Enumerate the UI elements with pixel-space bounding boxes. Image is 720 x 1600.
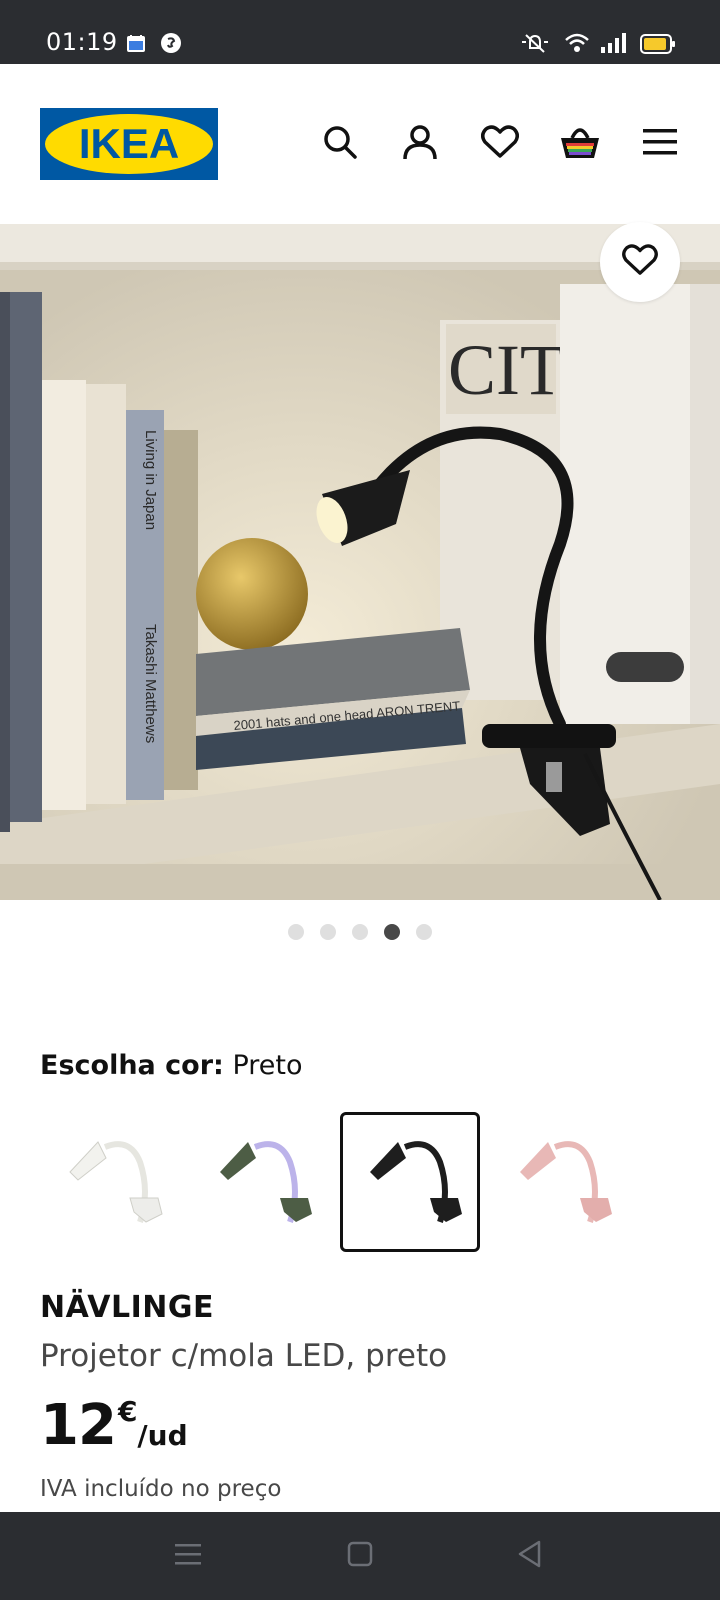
status-bar: 01:19 [0, 0, 720, 64]
svg-text:CIT: CIT [448, 330, 564, 410]
color-swatch-white[interactable] [40, 1112, 180, 1252]
gallery-pagination [0, 924, 720, 940]
svg-text:Takashi Matthews: Takashi Matthews [142, 624, 159, 743]
pagination-dot-active[interactable] [384, 924, 400, 940]
pagination-dot[interactable] [320, 924, 336, 940]
silent-bell-icon [520, 32, 550, 58]
system-nav-bar [0, 1512, 720, 1600]
recent-apps-icon [175, 1542, 201, 1570]
price-currency: € [117, 1395, 138, 1428]
search-icon [322, 124, 358, 164]
vat-note: IVA incluído no preço [40, 1476, 282, 1502]
shazam-icon [160, 32, 182, 58]
account-button[interactable] [398, 122, 442, 166]
wishlist-button[interactable] [478, 122, 522, 166]
heart-icon [481, 125, 519, 163]
calendar-notification-icon [126, 34, 146, 58]
pagination-dot[interactable] [288, 924, 304, 940]
logo-text: IKEA [79, 120, 179, 167]
price-unit: /ud [137, 1419, 188, 1452]
lamp-thumbnail [69, 1141, 163, 1223]
battery-icon [640, 34, 676, 58]
product-name: NÄVLINGE [40, 1290, 215, 1325]
home-button[interactable] [340, 1538, 380, 1574]
svg-text:Living in Japan: Living in Japan [142, 430, 159, 530]
signal-icon [600, 32, 628, 58]
back-button[interactable] [510, 1538, 550, 1574]
basket-icon [559, 124, 601, 164]
site-header: IKEA [0, 64, 720, 224]
ikea-logo[interactable]: IKEA [40, 108, 218, 180]
wifi-icon [564, 32, 590, 58]
color-swatch-green-lilac[interactable] [190, 1112, 330, 1252]
basket-button[interactable] [558, 122, 602, 166]
color-swatch-black[interactable] [340, 1112, 480, 1252]
recent-apps-button[interactable] [168, 1538, 208, 1574]
color-choice-title: Escolha cor: [40, 1050, 224, 1081]
pagination-dot[interactable] [352, 924, 368, 940]
search-button[interactable] [318, 122, 362, 166]
lamp-thumbnail [370, 1141, 462, 1223]
color-choice-value: Preto [232, 1050, 303, 1081]
color-choice-label: Escolha cor: Preto [40, 1050, 302, 1081]
product-image[interactable]: CIT Living in Japan Takashi Matthews 200… [0, 224, 720, 900]
add-to-wishlist-button[interactable] [600, 222, 680, 302]
status-time: 01:19 [46, 28, 118, 56]
pagination-dot[interactable] [416, 924, 432, 940]
price-integer: 12 [40, 1393, 117, 1458]
color-swatches [40, 1112, 630, 1252]
color-swatch-pink[interactable] [490, 1112, 630, 1252]
account-icon [402, 124, 438, 164]
lamp-thumbnail [520, 1141, 612, 1223]
heart-icon [622, 244, 658, 280]
menu-button[interactable] [638, 122, 682, 166]
menu-icon [643, 128, 677, 160]
back-icon [517, 1540, 543, 1572]
product-description: Projetor c/mola LED, preto [40, 1338, 448, 1374]
product-price: 12 € /ud [40, 1398, 188, 1454]
product-photo: CIT Living in Japan Takashi Matthews 200… [0, 224, 720, 900]
home-icon [347, 1541, 373, 1571]
lamp-thumbnail [220, 1141, 312, 1223]
